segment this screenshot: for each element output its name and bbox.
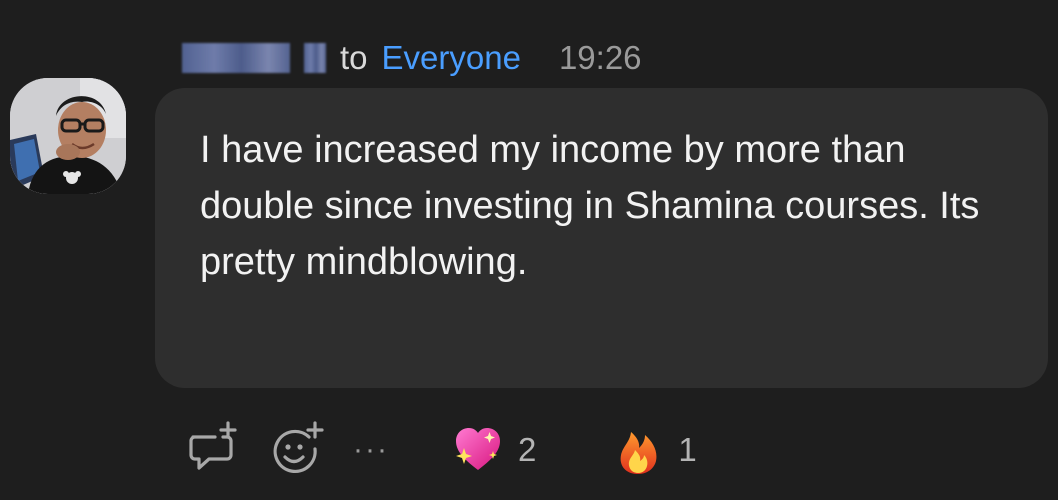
redacted-block — [304, 43, 326, 73]
reaction-fire[interactable]: 1 — [612, 420, 697, 480]
fire-emoji — [620, 432, 657, 474]
message-bubble[interactable]: I have increased my income by more than … — [155, 88, 1048, 388]
chat-message-panel: to Everyone 19:26 I have increased my in… — [0, 0, 1058, 500]
sparkling-heart-emoji — [456, 428, 500, 470]
reaction-count: 1 — [678, 431, 697, 468]
avatar-photo — [10, 78, 126, 194]
reply-add-icon[interactable] — [182, 420, 242, 480]
message-timestamp: 19:26 — [558, 39, 642, 76]
message-header: to Everyone 19:26 — [182, 38, 642, 78]
reaction-sparkling-heart[interactable]: 2 — [452, 420, 536, 480]
message-actions: ··· 2 1 — [182, 420, 697, 480]
redacted-block — [182, 43, 290, 73]
to-label: to — [340, 39, 368, 76]
add-reaction-icon[interactable] — [268, 420, 328, 480]
message-text: I have increased my income by more than … — [200, 129, 980, 283]
more-options-icon[interactable]: ··· — [350, 420, 392, 480]
sender-name-redacted[interactable] — [182, 43, 326, 73]
avatar[interactable] — [10, 78, 126, 194]
reaction-count: 2 — [518, 431, 537, 468]
recipient-link[interactable]: Everyone — [382, 39, 521, 77]
